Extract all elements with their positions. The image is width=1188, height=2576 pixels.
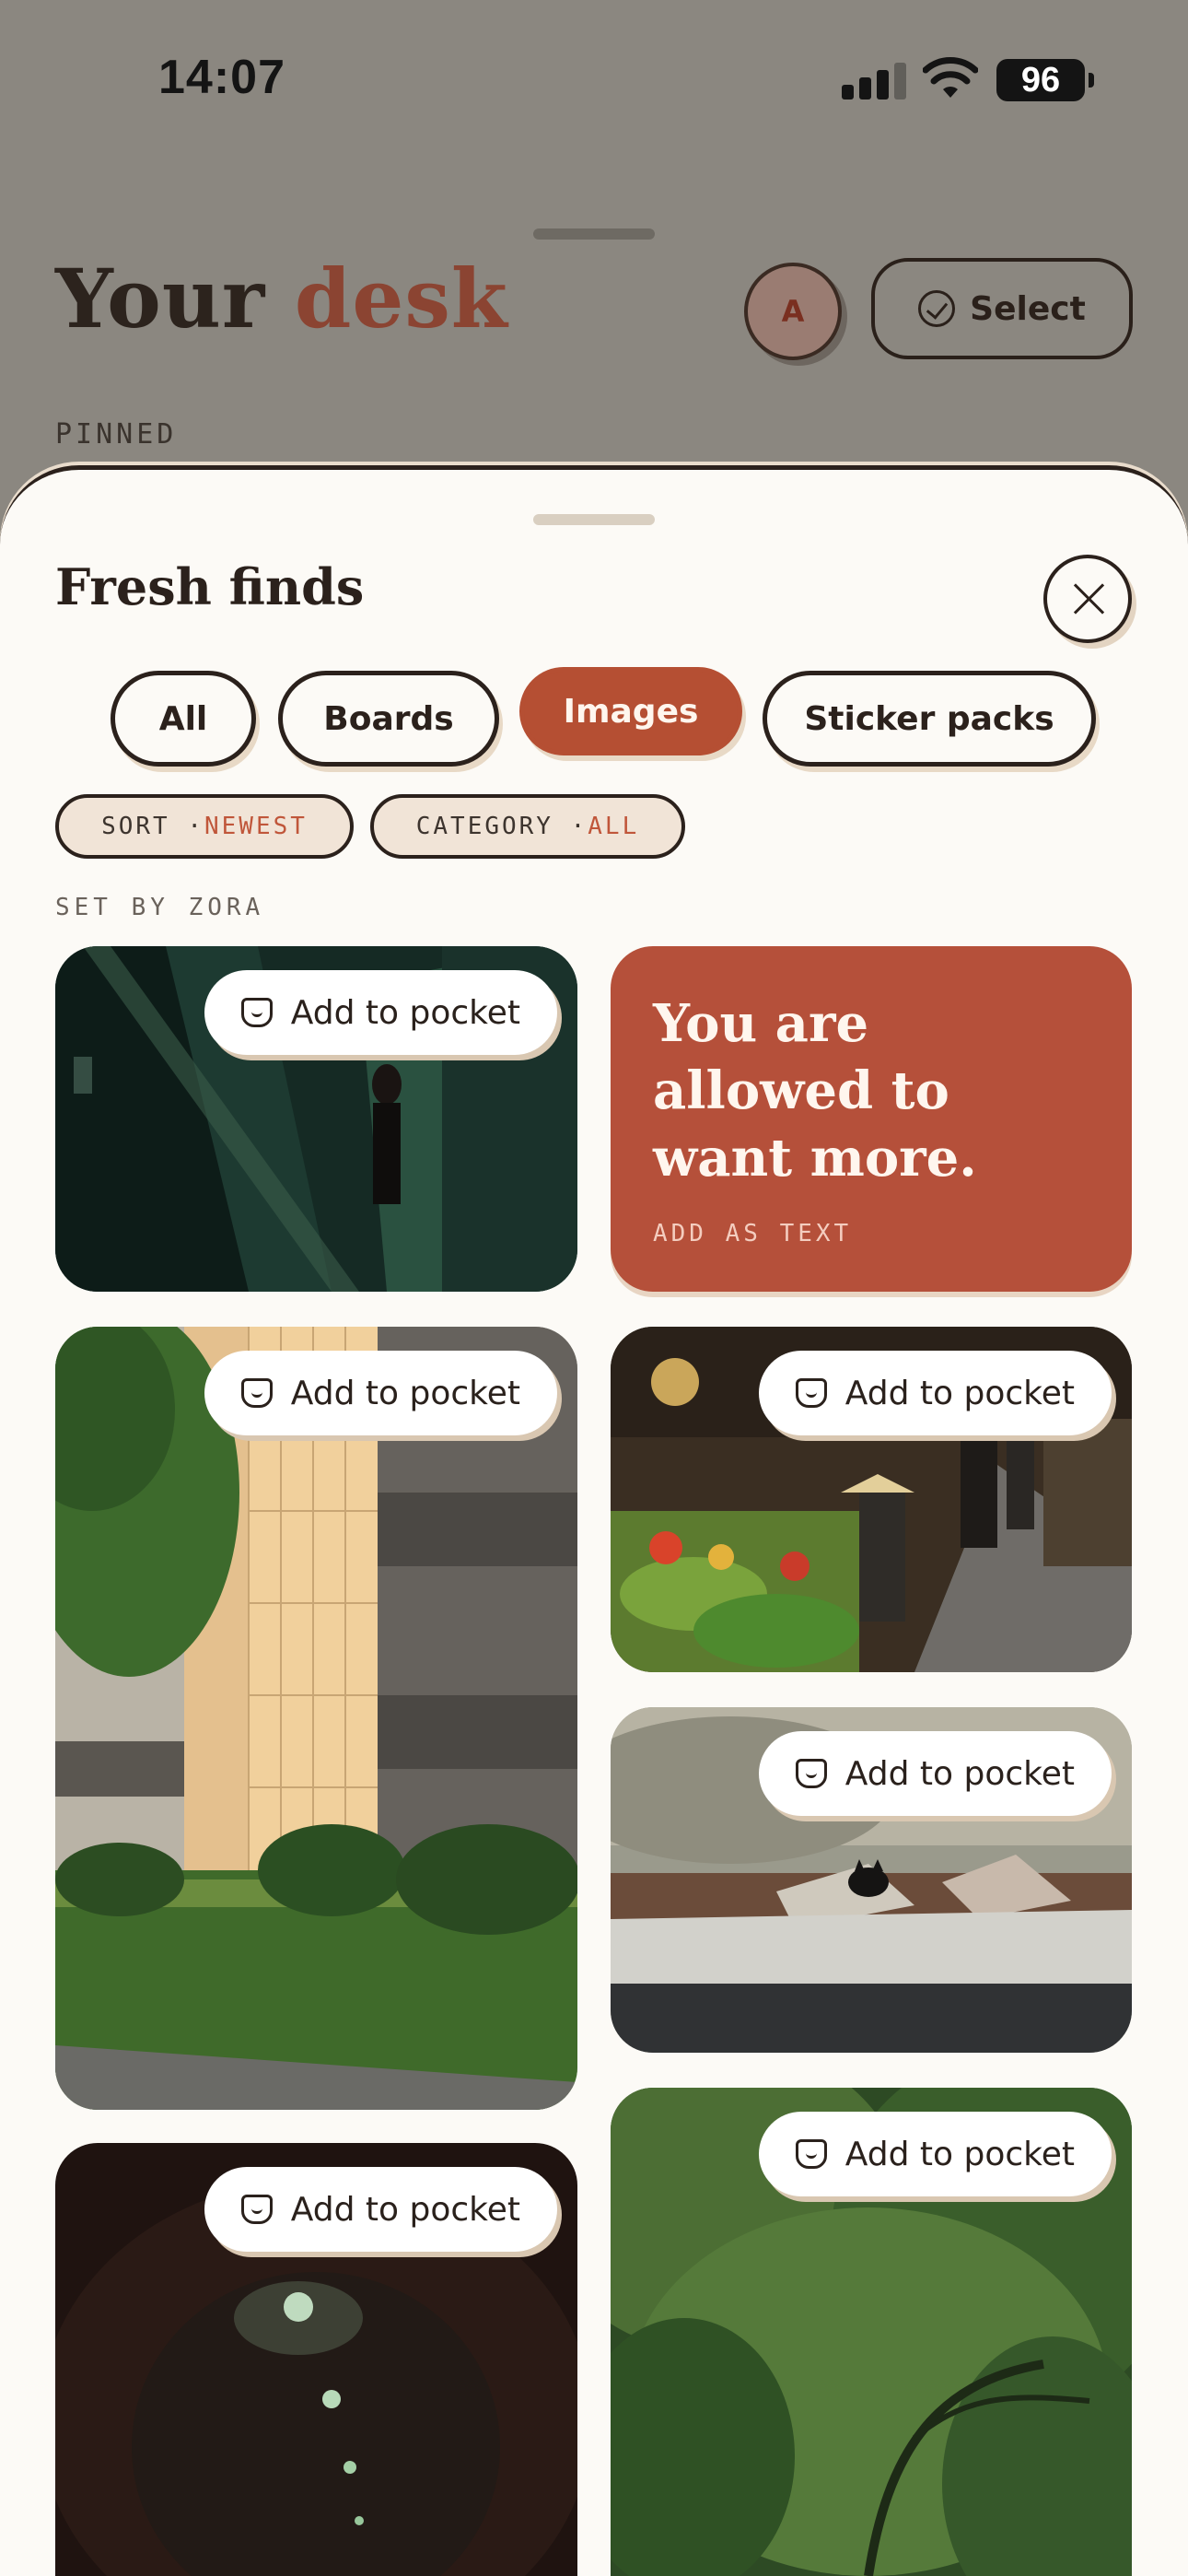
tab-sticker-packs[interactable]: Sticker packs	[763, 671, 1096, 767]
category-filter-key: CATEGORY ·	[415, 813, 588, 840]
pocket-icon	[795, 1378, 827, 1408]
wifi-icon	[923, 57, 978, 98]
add-to-pocket-button[interactable]: Add to pocket	[204, 970, 557, 1055]
quote-card[interactable]: You are allowed to want more. ADD AS TEX…	[611, 946, 1132, 1292]
category-filter-value: ALL	[588, 813, 640, 840]
close-button[interactable]	[1043, 555, 1132, 643]
sheet-title: Fresh finds	[55, 557, 365, 616]
page-title-main: Your	[55, 251, 266, 346]
quote-text: You are allowed to want more.	[653, 993, 977, 1188]
background-screen: 14:07 96 Your desk A Select PINNED	[0, 0, 1188, 516]
sheet-drag-handle[interactable]	[533, 514, 655, 525]
tab-boards[interactable]: Boards	[278, 671, 499, 767]
add-to-pocket-label: Add to pocket	[290, 2190, 520, 2229]
check-circle-icon	[918, 290, 956, 327]
pocket-icon	[795, 1759, 827, 1788]
select-button[interactable]: Select	[871, 258, 1133, 359]
avatar[interactable]: A	[744, 263, 842, 360]
add-to-pocket-label: Add to pocket	[844, 1754, 1075, 1793]
add-as-text-label[interactable]: ADD AS TEXT	[653, 1220, 852, 1247]
pocket-icon	[240, 2195, 273, 2224]
tab-all[interactable]: All	[111, 671, 256, 767]
add-to-pocket-button[interactable]: Add to pocket	[204, 1351, 557, 1435]
add-to-pocket-button[interactable]: Add to pocket	[758, 2112, 1112, 2196]
image-card[interactable]: Add to pocket	[611, 2088, 1132, 2576]
page-title: Your desk	[55, 251, 508, 346]
section-label: SET BY ZORA	[55, 894, 265, 921]
image-card[interactable]: Add to pocket	[55, 946, 577, 1292]
pocket-icon	[240, 1378, 273, 1408]
image-card[interactable]: Add to pocket	[611, 1327, 1132, 1672]
pinned-section-label: PINNED	[55, 418, 178, 451]
sort-filter-key: SORT ·	[101, 813, 204, 840]
battery-indicator: 96	[996, 59, 1094, 101]
add-to-pocket-label: Add to pocket	[844, 2135, 1075, 2173]
add-to-pocket-button[interactable]: Add to pocket	[204, 2167, 557, 2252]
add-to-pocket-label: Add to pocket	[290, 993, 520, 1032]
sort-filter-chip[interactable]: SORT · NEWEST	[55, 794, 354, 859]
add-to-pocket-button[interactable]: Add to pocket	[758, 1731, 1112, 1816]
pocket-icon	[795, 2139, 827, 2169]
type-tabs: All Boards Images Sticker packs	[0, 667, 1188, 767]
cellular-signal-icon	[842, 61, 906, 100]
background-sheet-handle	[533, 228, 655, 240]
image-card[interactable]: Add to pocket	[55, 1327, 577, 2110]
building-photo	[55, 1327, 577, 2110]
category-filter-chip[interactable]: CATEGORY · ALL	[370, 794, 685, 859]
sort-filter-value: NEWEST	[204, 813, 308, 840]
status-time: 14:07	[158, 51, 285, 104]
add-to-pocket-button[interactable]: Add to pocket	[758, 1351, 1112, 1435]
pocket-icon	[240, 998, 273, 1027]
select-label: Select	[970, 289, 1086, 328]
add-to-pocket-label: Add to pocket	[844, 1374, 1075, 1412]
add-to-pocket-label: Add to pocket	[290, 1374, 520, 1412]
image-card[interactable]: Add to pocket	[55, 2143, 577, 2576]
image-card[interactable]: Add to pocket	[611, 1707, 1132, 2053]
tab-images[interactable]: Images	[519, 667, 742, 755]
page-title-accent: desk	[294, 251, 508, 346]
